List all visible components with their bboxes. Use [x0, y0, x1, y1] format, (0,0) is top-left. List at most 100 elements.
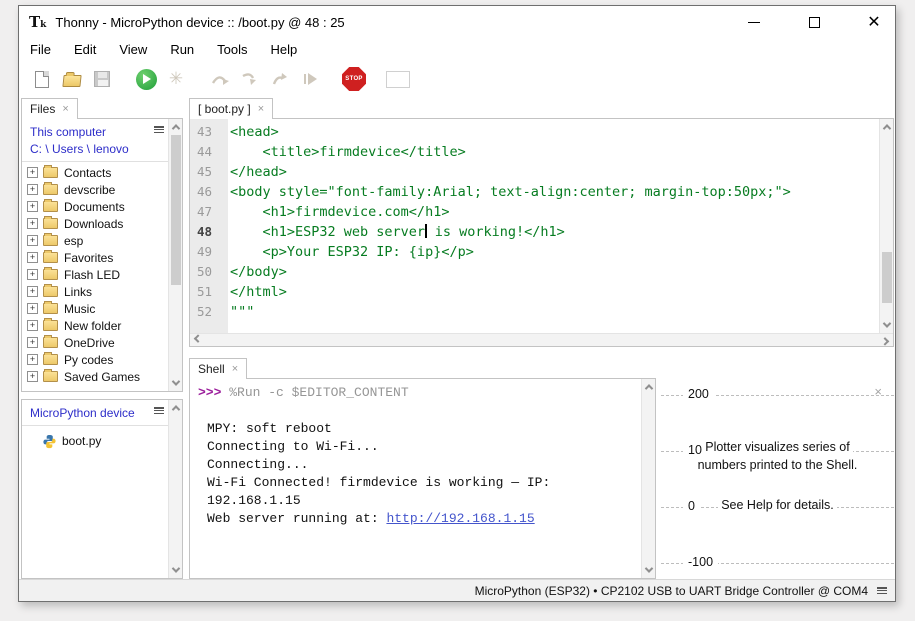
run-button[interactable] [133, 66, 159, 92]
expand-icon[interactable]: + [27, 235, 38, 246]
scroll-up-icon[interactable] [169, 401, 183, 415]
save-file-button[interactable] [89, 66, 115, 92]
debug-button[interactable]: ✳ [163, 66, 189, 92]
code-text[interactable]: <body style="font-family:Arial; text-ali… [220, 182, 791, 202]
file-tree-item-esp[interactable]: +esp [22, 232, 182, 249]
code-line[interactable]: 49 <p>Your ESP32 IP: {ip}</p> [190, 242, 879, 262]
server-link[interactable]: http://192.168.1.15 [386, 511, 534, 526]
menu-tools[interactable]: Tools [217, 40, 257, 59]
plotter-close-icon[interactable]: × [874, 384, 882, 399]
scroll-up-icon[interactable] [880, 120, 894, 134]
code-line[interactable]: 51</html> [190, 282, 879, 302]
device-file-bootpy[interactable]: boot.py [22, 432, 182, 450]
expand-icon[interactable]: + [27, 167, 38, 178]
thonny-window: Tk Thonny - MicroPython device :: /boot.… [18, 5, 896, 602]
scroll-down-icon[interactable] [169, 376, 183, 390]
expand-icon[interactable]: + [27, 320, 38, 331]
scrollbar-thumb[interactable] [171, 135, 181, 285]
tab-shell[interactable]: Shell × [189, 358, 247, 379]
scroll-up-icon[interactable] [642, 380, 656, 394]
code-text[interactable]: </html> [220, 282, 287, 302]
open-file-button[interactable] [59, 66, 85, 92]
expand-icon[interactable]: + [27, 269, 38, 280]
shell-scrollbar[interactable] [641, 379, 655, 578]
file-tree-item-saved-games[interactable]: +Saved Games [22, 368, 182, 385]
close-button-icon[interactable]: ✕ [863, 12, 885, 32]
code-line[interactable]: 43<head> [190, 122, 879, 142]
status-menu-icon[interactable] [877, 587, 887, 594]
file-tree-item-favorites[interactable]: +Favorites [22, 249, 182, 266]
line-number: 51 [190, 282, 220, 302]
code-editor[interactable]: 43<head>44 <title>firmdevice</title>45</… [190, 119, 879, 333]
scroll-down-icon[interactable] [169, 563, 183, 577]
menu-run[interactable]: Run [170, 40, 204, 59]
scrollbar-thumb[interactable] [882, 252, 892, 303]
menu-view[interactable]: View [119, 40, 157, 59]
files-menu-icon[interactable] [154, 126, 164, 133]
code-line[interactable]: 47 <h1>firmdevice.com</h1> [190, 202, 879, 222]
code-text[interactable]: <p>Your ESP32 IP: {ip}</p> [220, 242, 474, 262]
code-text[interactable]: <title>firmdevice</title> [220, 142, 466, 162]
tab-close-icon[interactable]: × [258, 103, 264, 115]
scroll-down-icon[interactable] [880, 318, 894, 332]
code-text[interactable]: """ [220, 302, 254, 322]
expand-icon[interactable]: + [27, 252, 38, 263]
scroll-right-icon[interactable] [878, 334, 892, 346]
maximize-button-icon[interactable] [803, 12, 825, 32]
step-out-button[interactable] [267, 66, 293, 92]
shell-output[interactable]: >>> %Run -c $EDITOR_CONTENT MPY: soft re… [190, 379, 641, 578]
new-file-button[interactable] [29, 66, 55, 92]
file-tree-item-downloads[interactable]: +Downloads [22, 215, 182, 232]
file-tree-item-flash-led[interactable]: +Flash LED [22, 266, 182, 283]
code-text[interactable]: <h1>firmdevice.com</h1> [220, 202, 449, 222]
scroll-up-icon[interactable] [169, 120, 183, 134]
file-tree-item-onedrive[interactable]: +OneDrive [22, 334, 182, 351]
step-into-button[interactable] [237, 66, 263, 92]
editor-hscrollbar[interactable] [190, 333, 893, 346]
file-tree-item-new-folder[interactable]: +New folder [22, 317, 182, 334]
ukraine-flag-button[interactable] [385, 66, 411, 92]
code-text[interactable]: <head> [220, 122, 279, 142]
file-tree-item-links[interactable]: +Links [22, 283, 182, 300]
editor-vscrollbar[interactable] [879, 119, 893, 333]
expand-icon[interactable]: + [27, 371, 38, 382]
code-text[interactable]: </head> [220, 162, 287, 182]
file-tree-item-contacts[interactable]: +Contacts [22, 164, 182, 181]
tab-close-icon[interactable]: × [62, 103, 68, 115]
code-line[interactable]: 45</head> [190, 162, 879, 182]
code-line[interactable]: 52""" [190, 302, 879, 322]
file-tree-item-py-codes[interactable]: +Py codes [22, 351, 182, 368]
stop-button[interactable]: STOP [341, 66, 367, 92]
menu-file[interactable]: File [30, 40, 61, 59]
resume-button[interactable] [297, 66, 323, 92]
menu-help[interactable]: Help [271, 40, 308, 59]
expand-icon[interactable]: + [27, 286, 38, 297]
code-text[interactable]: <h1>ESP32 web server is working!</h1> [220, 222, 565, 242]
device-scrollbar[interactable] [168, 400, 182, 578]
file-tree-item-documents[interactable]: +Documents [22, 198, 182, 215]
tab-bootpy[interactable]: [ boot.py ] × [189, 98, 273, 119]
scroll-left-icon[interactable] [191, 334, 205, 346]
minimize-button-icon[interactable] [743, 12, 765, 32]
device-menu-icon[interactable] [154, 407, 164, 414]
files-scrollbar[interactable] [168, 119, 182, 391]
expand-icon[interactable]: + [27, 201, 38, 212]
tab-files[interactable]: Files × [21, 98, 78, 119]
file-tree-item-devscribe[interactable]: +devscribe [22, 181, 182, 198]
expand-icon[interactable]: + [27, 184, 38, 195]
tab-close-icon[interactable]: × [232, 363, 238, 375]
scroll-down-icon[interactable] [642, 563, 656, 577]
expand-icon[interactable]: + [27, 218, 38, 229]
expand-icon[interactable]: + [27, 337, 38, 348]
code-line[interactable]: 50</body> [190, 262, 879, 282]
file-tree-item-music[interactable]: +Music [22, 300, 182, 317]
expand-icon[interactable]: + [27, 354, 38, 365]
editor-panel: 43<head>44 <title>firmdevice</title>45</… [189, 118, 894, 347]
menu-edit[interactable]: Edit [74, 40, 106, 59]
code-line[interactable]: 46<body style="font-family:Arial; text-a… [190, 182, 879, 202]
step-over-button[interactable] [207, 66, 233, 92]
code-text[interactable]: </body> [220, 262, 287, 282]
code-line[interactable]: 44 <title>firmdevice</title> [190, 142, 879, 162]
code-line[interactable]: 48 <h1>ESP32 web server is working!</h1> [190, 222, 879, 242]
expand-icon[interactable]: + [27, 303, 38, 314]
